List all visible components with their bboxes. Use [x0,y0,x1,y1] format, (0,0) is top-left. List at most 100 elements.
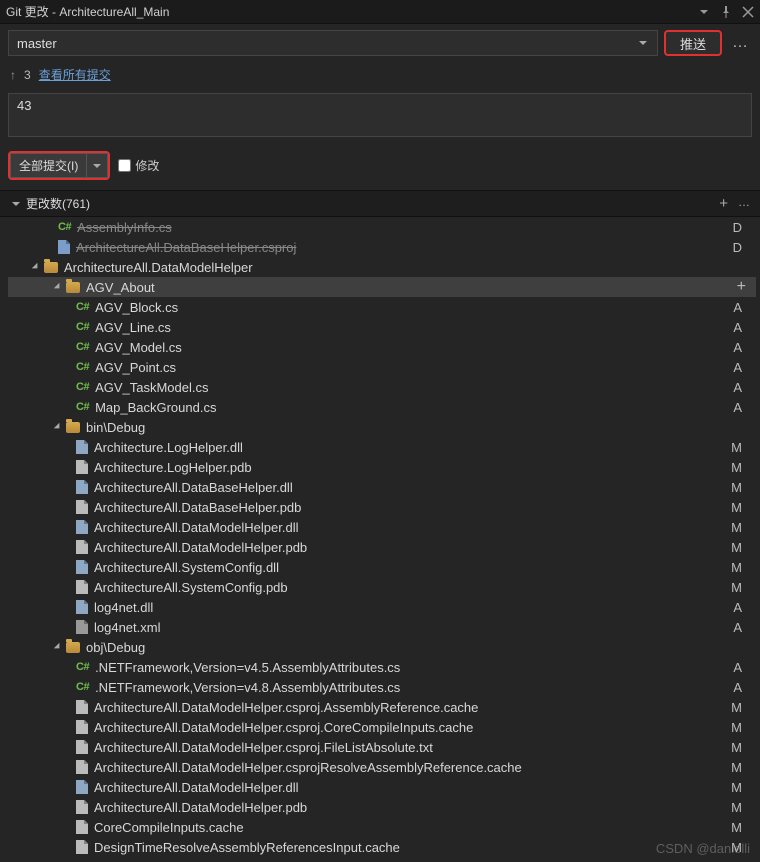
commit-button-label: 全部提交(I) [19,157,78,174]
file-name: AGV_Point.cs [95,360,176,375]
changes-count-label: 更改数(761) [26,195,90,212]
file-status: M [731,440,756,455]
commit-message-input[interactable]: 43 [8,93,752,137]
tree-row[interactable]: ArchitectureAll.SystemConfig.dllM [8,557,756,577]
tree-row[interactable]: DesignTimeResolveAssemblyReferencesInput… [8,837,756,857]
tree-row[interactable]: Architecture.LogHelper.pdb M [8,457,756,477]
tree-row[interactable]: ArchitectureAll.DataModelHelper.csproj.F… [8,737,756,757]
file-icon [76,760,88,774]
tree-row[interactable]: ArchitectureAll.DataModelHelper.dll M [8,517,756,537]
tree-row[interactable]: ArchitectureAll.DataModelHelper.csproj.A… [8,697,756,717]
close-icon[interactable] [742,6,754,18]
more-icon[interactable]: … [738,195,750,212]
view-all-commits-link[interactable]: 查看所有提交 [39,66,111,83]
file-icon [76,540,88,554]
tree-row[interactable]: C#AGV_Line.csA [8,317,756,337]
changes-header[interactable]: 更改数(761) + … [0,190,760,217]
tree-row[interactable]: ArchitectureAll.DataModelHelper.pdbM [8,797,756,817]
file-status: A [733,680,756,695]
outgoing-bar: ↑ 3 查看所有提交 [0,62,760,87]
file-name: ArchitectureAll.SystemConfig.dll [94,560,279,575]
tree-row[interactable]: ArchitectureAll.DataModelHelper.csprojRe… [8,757,756,777]
tree-row[interactable]: C#AGV_TaskModel.csA [8,377,756,397]
file-status: M [731,500,756,515]
file-name: Map_BackGround.cs [95,400,216,415]
tree-row[interactable]: C#AGV_Point.csA [8,357,756,377]
amend-checkbox-label[interactable]: 修改 [118,157,159,174]
tree-row[interactable]: ArchitectureAll.DataBaseHelper.pdb M [8,497,756,517]
xml-icon [76,620,88,634]
file-status: M [731,520,756,535]
tree-row[interactable]: C#AGV_Block.csA [8,297,756,317]
pin-icon[interactable] [720,6,732,18]
tree-row[interactable]: ArchitectureAll.DataBaseHelper.dllM [8,477,756,497]
tree-row[interactable]: ArchitectureAll.DataBaseHelper.csprojD [8,237,756,257]
file-name: log4net.dll [94,600,153,615]
commit-all-button[interactable]: 全部提交(I) [10,153,87,178]
dll-icon [76,440,88,454]
tree-row[interactable]: ArchitectureAll.DataModelHelper [8,257,756,277]
branch-name: master [17,36,57,51]
stage-item-icon[interactable]: + [737,278,756,296]
dll-icon [76,560,88,574]
tree-row[interactable]: log4net.dllA [8,597,756,617]
tree-row[interactable]: CoreCompileInputs.cacheM [8,817,756,837]
file-name: AGV_Model.cs [95,340,182,355]
file-name: ArchitectureAll.DataBaseHelper.pdb [94,500,301,515]
amend-checkbox[interactable] [118,159,131,172]
file-status: A [733,340,756,355]
dll-icon [76,600,88,614]
tree-row[interactable]: C#AssemblyInfo.csD [8,217,756,237]
file-name: .NETFramework,Version=v4.5.AssemblyAttri… [95,660,400,675]
file-status: M [731,540,756,555]
tree-row[interactable]: log4net.xmlA [8,617,756,637]
file-name: ArchitectureAll.DataBaseHelper.dll [94,480,293,495]
tree-row[interactable]: bin\Debug [8,417,756,437]
tree-row[interactable]: C#AGV_Model.csA [8,337,756,357]
tree-row[interactable]: C#Map_BackGround.csA [8,397,756,417]
commit-message-text: 43 [17,98,31,113]
file-icon [76,580,88,594]
push-button[interactable]: 推送 [664,30,722,56]
file-name: ArchitectureAll.DataBaseHelper.csproj [76,240,296,255]
stage-all-icon[interactable]: + [719,195,728,212]
file-name: Architecture.LogHelper.pdb [94,460,252,475]
toolbar: master 推送 … [0,24,760,62]
file-status: A [733,300,756,315]
file-icon [76,720,88,734]
tree-row[interactable]: AGV_About+ [8,277,756,297]
file-status: M [731,580,756,595]
file-name: ArchitectureAll.DataModelHelper.dll [94,520,298,535]
csharp-icon: C# [76,661,89,673]
file-name: Architecture.LogHelper.dll [94,440,243,455]
branch-dropdown[interactable]: master [8,30,658,56]
dll-icon [76,520,88,534]
tree-row[interactable]: Architecture.LogHelper.dll M [8,437,756,457]
tree-row[interactable]: C#.NETFramework,Version=v4.8.AssemblyAtt… [8,677,756,697]
file-name: ArchitectureAll.DataModelHelper.pdb [94,800,307,815]
file-name: AGV_TaskModel.cs [95,380,208,395]
tree-row[interactable]: C# .NETFramework,Version=v4.5.AssemblyAtt… [8,657,756,677]
tree-row[interactable]: ArchitectureAll.DataModelHelper.dllM [8,777,756,797]
more-menu[interactable]: … [728,38,752,48]
file-name: ArchitectureAll.DataModelHelper.csproj.F… [94,740,433,755]
csharp-icon: C# [76,321,89,333]
dropdown-icon[interactable] [698,6,710,18]
file-status: M [731,460,756,475]
file-icon [76,820,88,834]
file-status: M [731,760,756,775]
file-name: ArchitectureAll.DataModelHelper.csproj.A… [94,700,478,715]
tree-row[interactable]: ArchitectureAll.DataModelHelper.pdbM [8,537,756,557]
commit-split-dropdown[interactable] [87,153,108,178]
file-name: bin\Debug [86,420,145,435]
dll-icon [76,780,88,794]
file-name: AGV_Line.cs [95,320,171,335]
changes-tree[interactable]: C#AssemblyInfo.csDArchitectureAll.DataBa… [0,217,760,857]
file-status: A [733,380,756,395]
tree-row[interactable]: ArchitectureAll.SystemConfig.pdbM [8,577,756,597]
file-name: log4net.xml [94,620,160,635]
tree-row[interactable]: obj\Debug [8,637,756,657]
tree-row[interactable]: ArchitectureAll.DataModelHelper.csproj.C… [8,717,756,737]
folder-icon [66,282,80,293]
file-status: M [731,700,756,715]
